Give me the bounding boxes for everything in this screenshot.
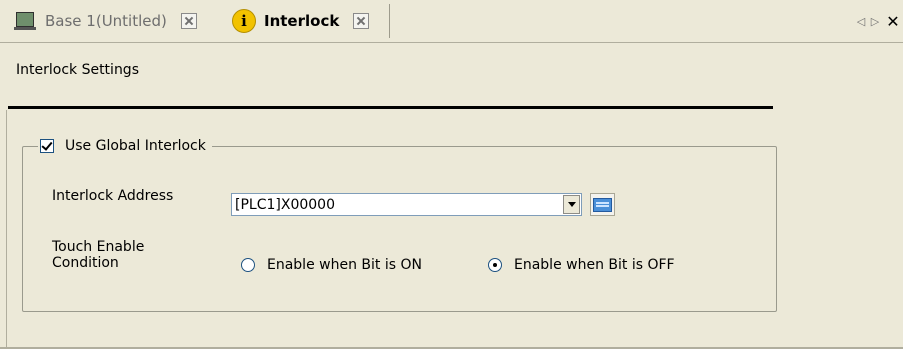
dropdown-button[interactable] [563,195,580,214]
radio-enable-when-off[interactable]: Enable when Bit is OFF [488,257,675,273]
interlock-address-combo[interactable]: [PLC1]X00000 [231,193,582,216]
chevron-right-icon[interactable]: ▷ [870,14,880,28]
tab-bar: Base 1(Untitled) i Interlock ◁ ▷ ✕ [0,0,903,43]
tab-label: Base 1(Untitled) [45,12,167,30]
section-title: Interlock Settings [16,62,139,78]
global-interlock-checkbox-row[interactable]: Use Global Interlock [38,136,212,156]
chevron-down-icon [567,202,576,207]
radio-label: Enable when Bit is ON [267,257,422,273]
check-icon [41,139,53,151]
tab-base-1[interactable]: Base 1(Untitled) [14,0,197,42]
radio-button[interactable] [488,258,502,272]
section-divider [8,106,773,109]
radio-button[interactable] [241,258,255,272]
address-value[interactable]: [PLC1]X00000 [232,197,563,213]
tab-interlock[interactable]: i Interlock [232,0,370,42]
address-input-button[interactable] [590,193,615,216]
close-icon[interactable] [180,13,197,29]
interlock-groupbox [22,146,777,312]
chevron-left-icon[interactable]: ◁ [856,14,866,28]
interlock-address-label: Interlock Address [52,188,174,204]
monitor-icon [14,11,36,31]
close-icon[interactable] [353,13,370,29]
radio-label: Enable when Bit is OFF [514,257,675,273]
use-global-interlock-checkbox[interactable] [40,139,54,153]
checkbox-label: Use Global Interlock [65,138,206,154]
panel-border [6,110,7,347]
radio-enable-when-on[interactable]: Enable when Bit is ON [241,257,422,273]
close-window-icon[interactable]: ✕ [886,12,900,31]
tab-divider [389,4,390,38]
info-icon: i [232,9,256,33]
touch-enable-condition-label: Touch Enable Condition [52,239,145,271]
tab-label: Interlock [264,12,340,30]
keypad-icon [593,197,612,212]
